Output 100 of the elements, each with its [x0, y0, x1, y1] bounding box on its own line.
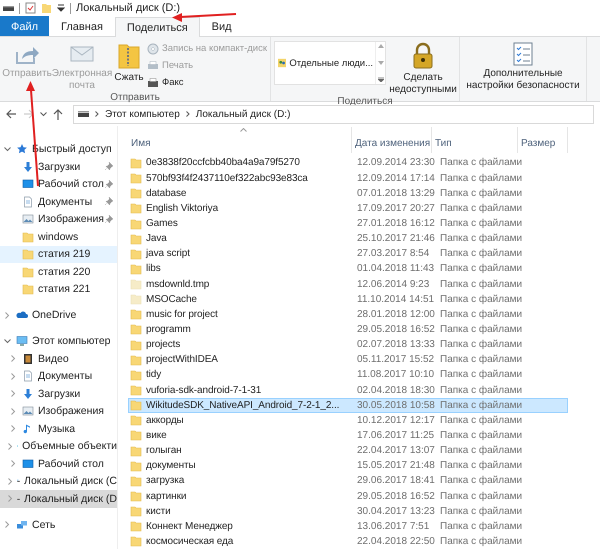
- up-arrow-icon[interactable]: [53, 108, 63, 120]
- folder-icon: [130, 460, 142, 472]
- file-row[interactable]: 570bf93f4f2437110ef322abc93e83ca 12.09.2014 17:14 Папка с файлами: [128, 170, 568, 186]
- ribbon-button[interactable]: Дополнительные настройки безопасности: [463, 39, 584, 92]
- tree-item[interactable]: статия 220: [0, 263, 117, 280]
- tree-item[interactable]: статия 221: [0, 280, 117, 298]
- file-row[interactable]: загрузка 29.06.2017 18:41 Папка с файлами: [128, 473, 568, 488]
- chevron-right-icon: [10, 390, 16, 398]
- folder-icon: [130, 308, 142, 320]
- column-header[interactable]: Имя: [128, 127, 352, 154]
- breadcrumb[interactable]: Локальный диск (D:): [196, 108, 290, 120]
- chevron-down-icon[interactable]: [40, 112, 47, 116]
- type-cell-text: Папка с файлами: [439, 460, 524, 472]
- dropdown-arrow-icon[interactable]: [57, 4, 65, 12]
- file-row[interactable]: programm 29.05.2018 16:52 Папка с файлами: [128, 322, 568, 338]
- file-name: libs: [146, 263, 161, 274]
- tree-item-label: Музыка: [38, 422, 76, 435]
- file-row[interactable]: database 07.01.2018 13:29 Папка с файлами: [128, 186, 568, 201]
- picture-icon: [22, 213, 34, 226]
- file-row[interactable]: MSOCache 11.10.2014 14:51 Папка с файлами: [128, 292, 568, 307]
- tree-item-label: статия 219: [38, 248, 90, 260]
- file-row[interactable]: libs 01.04.2018 11:43 Папка с файлами: [128, 261, 568, 276]
- file-row[interactable]: msdownld.tmp 12.06.2014 9:23 Папка с файлами: [128, 276, 568, 292]
- file-name: MSOCache: [146, 294, 197, 305]
- folder-icon: [22, 283, 34, 296]
- tree-item-label: Этот компьютер: [32, 335, 111, 347]
- folder-icon: [130, 368, 142, 381]
- file-row[interactable]: WikitudeSDK_NativeAPI_Android_7-2-1_2... 30.05.2018 10:58 Папка с файлами: [128, 398, 568, 413]
- ribbon-tab[interactable]: Поделиться: [114, 17, 200, 37]
- tree-item[interactable]: статия 219: [0, 246, 117, 263]
- file-row[interactable]: космосическая еда 22.04.2018 22:50 Папка с файлами: [128, 534, 568, 549]
- date-cell-text: 30.05.2018 10:58: [356, 400, 436, 411]
- file-row[interactable]: music for project 28.01.2018 12:00 Папка с файлами: [128, 306, 568, 322]
- file-name: Коннект Менеджер: [146, 520, 233, 532]
- address-bar[interactable]: Этот компьютер Локальный диск (D:): [73, 104, 594, 124]
- file-row[interactable]: Games 27.01.2018 16:12 Папка с файлами: [128, 216, 568, 232]
- chevron-right-icon: [8, 442, 13, 450]
- file-row[interactable]: документы 15.05.2017 21:48 Папка с файлами: [128, 458, 568, 474]
- tree-item[interactable]: Изображения: [0, 402, 117, 420]
- tree-item[interactable]: Локальный диск (С: [0, 472, 117, 490]
- file-name: 570bf93f4f2437110ef322abc93e83ca: [146, 172, 308, 184]
- tree-item-label: Изображения: [38, 405, 104, 418]
- tree-item[interactable]: Этот компьютер: [0, 332, 117, 350]
- ribbon-button[interactable]: Сжать: [113, 39, 145, 84]
- tree-item[interactable]: Загрузки: [0, 158, 117, 176]
- ribbon-button[interactable]: Факс: [147, 75, 268, 90]
- folder-icon: [130, 323, 142, 336]
- share-with-list[interactable]: Отдельные люди...: [274, 41, 386, 85]
- chevron-right-icon: [10, 460, 16, 468]
- folder-icon: [130, 248, 142, 260]
- picture-icon: [22, 405, 34, 418]
- file-row[interactable]: Java 25.10.2017 21:46 Папка с файлами: [128, 231, 568, 246]
- type-cell-text: Папка с файлами: [439, 202, 524, 214]
- file-row[interactable]: projectWithIDEA 05.11.2017 15:52 Папка с файлами: [128, 352, 568, 368]
- file-row[interactable]: vuforia-sdk-android-7-1-31 02.04.2018 18:30 Папка с файлами: [128, 382, 568, 398]
- column-header[interactable]: Размер: [518, 127, 568, 154]
- file-row[interactable]: 0e3838f20ccfcbb40ba4a9a79f5270 12.09.2014 23:30 Папка с файлами: [128, 155, 568, 171]
- file-menu-tab[interactable]: Файл: [0, 16, 50, 36]
- tree-item[interactable]: Рабочий стол: [0, 176, 117, 193]
- column-header[interactable]: Дата изменения: [352, 127, 432, 154]
- forward-arrow-icon[interactable]: [23, 109, 34, 119]
- tree-item[interactable]: Объемные объекти: [0, 438, 117, 455]
- ribbon-tab[interactable]: Вид: [200, 16, 244, 36]
- tree-item[interactable]: Локальный диск (D: [0, 490, 117, 508]
- file-row[interactable]: картинки 29.05.2018 16:52 Папка с файлами: [128, 488, 568, 504]
- folder-icon: [130, 535, 142, 548]
- date-cell-text: 01.04.2018 11:43: [356, 263, 436, 274]
- file-row[interactable]: голыган 22.04.2017 13:07 Папка с файлами: [128, 443, 568, 458]
- type-cell-text: Папка с файлами: [439, 384, 524, 396]
- file-row[interactable]: аккорды 10.12.2017 12:17 Папка с файлами: [128, 412, 568, 428]
- tree-item[interactable]: windows: [0, 228, 117, 246]
- ribbon-tab[interactable]: Главная: [49, 16, 115, 36]
- date-cell-text: 02.07.2018 13:33: [356, 339, 436, 350]
- tree-item[interactable]: Сеть: [0, 516, 117, 534]
- file-row[interactable]: English Viktoriya 17.09.2017 20:27 Папка с файлами: [128, 200, 568, 216]
- chevron-right-icon: [95, 111, 99, 117]
- tree-item[interactable]: OneDrive: [0, 306, 117, 324]
- tree-item-label: Локальный диск (С: [24, 475, 117, 488]
- type-cell-text: Папка с файлами: [439, 218, 524, 229]
- file-row[interactable]: Коннект Менеджер 13.06.2017 7:51 Папка с файлами: [128, 518, 568, 534]
- tree-item[interactable]: Музыка: [0, 420, 117, 438]
- type-cell-text: Папка с файлами: [439, 445, 524, 456]
- file-row[interactable]: java script 27.03.2017 8:54 Папка с файлами: [128, 246, 568, 262]
- back-arrow-icon[interactable]: [6, 109, 17, 119]
- tree-item[interactable]: Рабочий стол: [0, 455, 117, 472]
- column-header[interactable]: Тип: [432, 127, 518, 154]
- tree-item[interactable]: Загрузки: [0, 385, 117, 402]
- tree-item[interactable]: Видео: [0, 350, 117, 368]
- list-scroll-buttons[interactable]: [375, 42, 386, 84]
- breadcrumb[interactable]: Этот компьютер: [105, 108, 180, 120]
- folder-icon: [130, 172, 142, 184]
- file-row[interactable]: tidy 11.08.2017 10:10 Папка с файлами: [128, 367, 568, 382]
- tree-item[interactable]: Изображения: [0, 210, 117, 228]
- file-row[interactable]: вике 17.06.2017 11:25 Папка с файлами: [128, 428, 568, 444]
- chevron-right-icon: [8, 478, 13, 485]
- file-row[interactable]: projects 02.07.2018 13:33 Папка с файлами: [128, 337, 568, 352]
- tree-item[interactable]: Документы: [0, 368, 117, 385]
- ribbon-button[interactable]: Сделать недоступными: [390, 39, 456, 96]
- tree-item[interactable]: Документы: [0, 193, 117, 210]
- file-row[interactable]: кисти 30.04.2017 13:23 Папка с файлами: [128, 504, 568, 519]
